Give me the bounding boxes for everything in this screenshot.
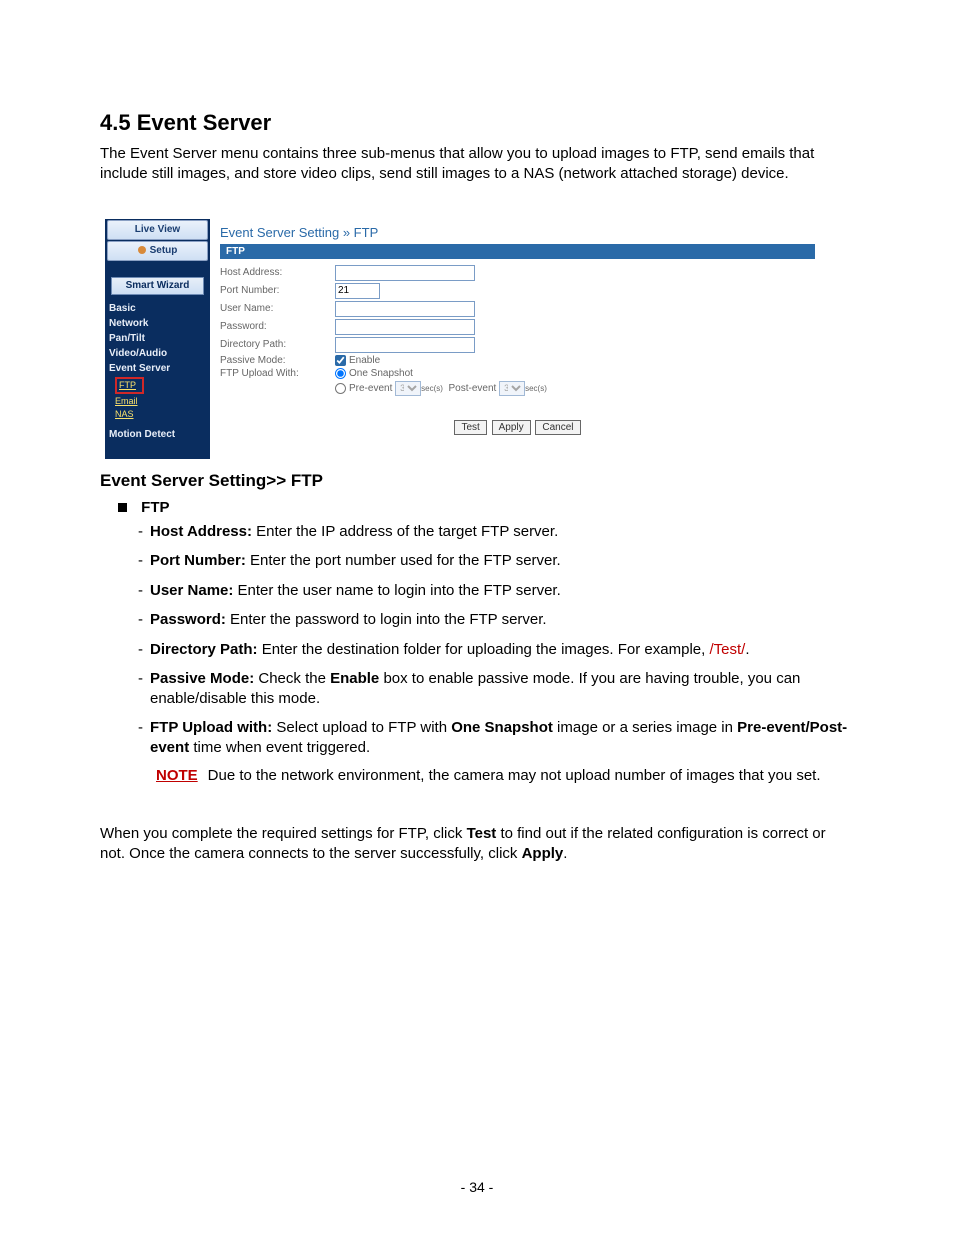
label-upload-with: FTP Upload With: bbox=[220, 368, 335, 379]
nav-pan-tilt[interactable]: Pan/Tilt bbox=[105, 331, 210, 346]
select-preevent-seconds[interactable]: 3 bbox=[395, 381, 421, 396]
section-heading: 4.5 Event Server bbox=[100, 110, 854, 136]
apply-button[interactable]: Apply bbox=[492, 420, 531, 435]
item-password: Password: Enter the password to login in… bbox=[138, 610, 854, 630]
secs-label-2: sec(s) bbox=[525, 384, 547, 393]
nav-sub-ftp[interactable]: FTP bbox=[115, 376, 210, 395]
label-host: Host Address: bbox=[220, 267, 335, 278]
radio-preevent-label: Pre-event bbox=[349, 383, 392, 394]
item-passive: Passive Mode: Check the Enable box to en… bbox=[138, 669, 854, 708]
section-header-ftp: FTP bbox=[220, 244, 815, 259]
note: NOTE Due to the network environment, the … bbox=[156, 767, 854, 784]
embedded-screenshot: Live View Setup Smart Wizard Basic Netwo… bbox=[105, 219, 825, 459]
radio-one-snapshot[interactable] bbox=[335, 368, 346, 379]
content-panel: Event Server Setting » FTP FTP Host Addr… bbox=[210, 219, 825, 459]
nav-network[interactable]: Network bbox=[105, 316, 210, 331]
nav-motion-detect[interactable]: Motion Detect bbox=[105, 427, 210, 442]
input-port-number[interactable] bbox=[335, 283, 380, 299]
intro-paragraph: The Event Server menu contains three sub… bbox=[100, 144, 854, 185]
label-password: Password: bbox=[220, 321, 335, 332]
radio-postevent-label: Post-event bbox=[448, 383, 496, 394]
label-port: Port Number: bbox=[220, 285, 335, 296]
page-number: - 34 - bbox=[0, 1179, 954, 1195]
nav-event-server[interactable]: Event Server bbox=[105, 361, 210, 376]
item-port: Port Number: Enter the port number used … bbox=[138, 551, 854, 571]
bullet-ftp: FTP Host Address: Enter the IP address o… bbox=[118, 499, 854, 785]
checkbox-passive-enable-label: Enable bbox=[349, 355, 380, 366]
nav-basic[interactable]: Basic bbox=[105, 301, 210, 316]
test-button[interactable]: Test bbox=[454, 420, 486, 435]
nav-sub-ftp-link[interactable]: FTP bbox=[119, 380, 136, 390]
radio-pre-post-event[interactable] bbox=[335, 383, 346, 394]
item-upload-with: FTP Upload with: Select upload to FTP wi… bbox=[138, 718, 854, 757]
tab-live-view[interactable]: Live View bbox=[107, 220, 208, 240]
tab-setup[interactable]: Setup bbox=[107, 241, 208, 261]
input-directory-path[interactable] bbox=[335, 337, 475, 353]
closing-paragraph: When you complete the required settings … bbox=[100, 824, 854, 865]
sidebar: Live View Setup Smart Wizard Basic Netwo… bbox=[105, 219, 210, 459]
radio-one-snapshot-label: One Snapshot bbox=[349, 368, 413, 379]
label-directory: Directory Path: bbox=[220, 339, 335, 350]
select-postevent-seconds[interactable]: 3 bbox=[499, 381, 525, 396]
input-password[interactable] bbox=[335, 319, 475, 335]
cancel-button[interactable]: Cancel bbox=[535, 420, 580, 435]
nav-sub-email[interactable]: Email bbox=[115, 395, 210, 408]
nav-sub-nas[interactable]: NAS bbox=[115, 408, 210, 421]
checkbox-passive-enable[interactable] bbox=[335, 355, 346, 366]
note-label: NOTE bbox=[156, 767, 198, 784]
item-directory: Directory Path: Enter the destination fo… bbox=[138, 640, 854, 660]
breadcrumb: Event Server Setting » FTP bbox=[220, 225, 815, 240]
subsection-heading: Event Server Setting>> FTP bbox=[100, 471, 854, 491]
button-bar: Test Apply Cancel bbox=[220, 420, 815, 435]
note-text: Due to the network environment, the came… bbox=[208, 767, 821, 784]
item-host: Host Address: Enter the IP address of th… bbox=[138, 522, 854, 542]
nav-video-audio[interactable]: Video/Audio bbox=[105, 346, 210, 361]
item-user: User Name: Enter the user name to login … bbox=[138, 581, 854, 601]
bullet-ftp-label: FTP bbox=[141, 499, 169, 516]
smart-wizard-button[interactable]: Smart Wizard bbox=[111, 277, 204, 295]
input-user-name[interactable] bbox=[335, 301, 475, 317]
input-host-address[interactable] bbox=[335, 265, 475, 281]
label-user: User Name: bbox=[220, 303, 335, 314]
label-passive: Passive Mode: bbox=[220, 355, 335, 366]
secs-label-1: sec(s) bbox=[421, 384, 443, 393]
